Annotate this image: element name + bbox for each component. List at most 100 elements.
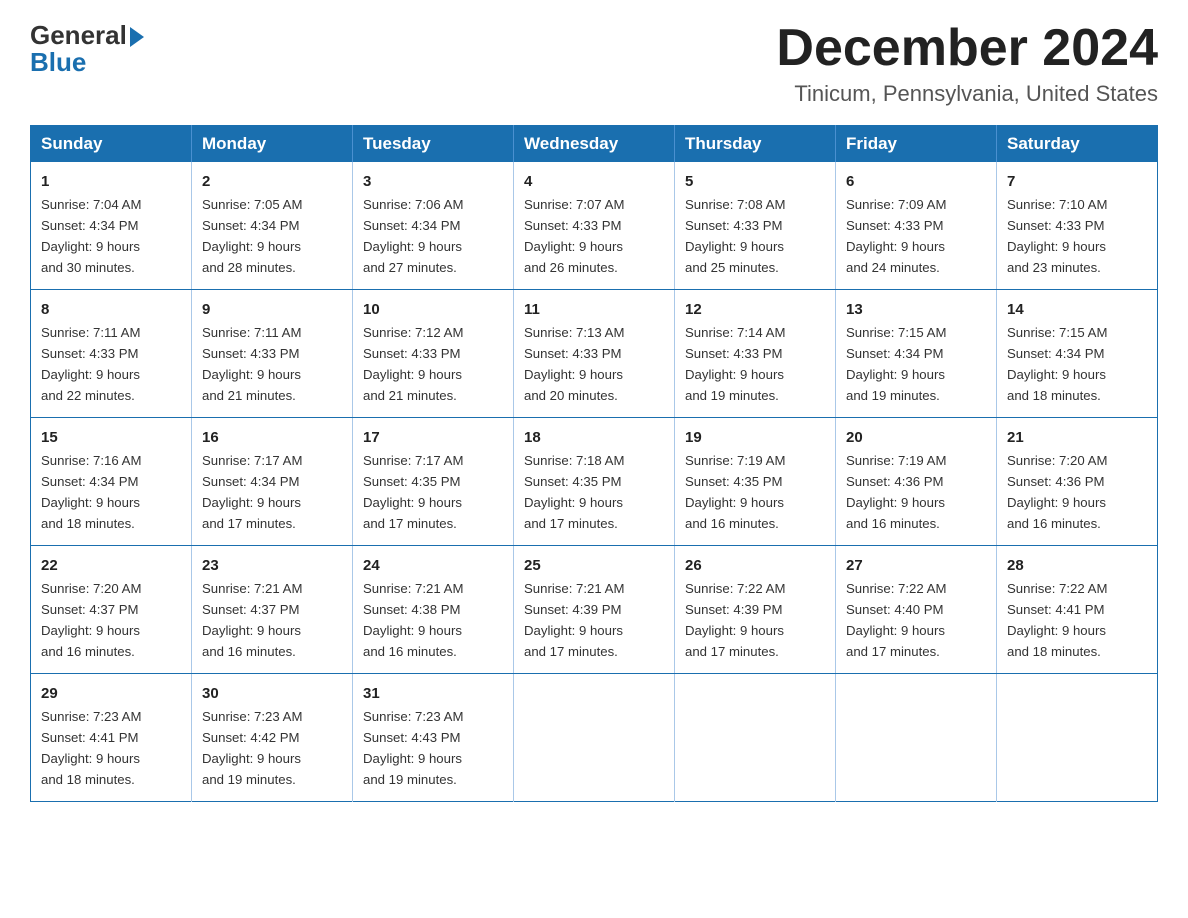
logo-line2: Blue — [30, 47, 144, 78]
table-row: 15 Sunrise: 7:16 AMSunset: 4:34 PMDayligh… — [31, 418, 192, 546]
day-info: Sunrise: 7:11 AMSunset: 4:33 PMDaylight:… — [202, 325, 301, 403]
day-number: 1 — [41, 170, 181, 193]
day-info: Sunrise: 7:07 AMSunset: 4:33 PMDaylight:… — [524, 197, 624, 275]
table-row: 6 Sunrise: 7:09 AMSunset: 4:33 PMDaylight… — [836, 162, 997, 289]
day-number: 19 — [685, 426, 825, 449]
day-info: Sunrise: 7:14 AMSunset: 4:33 PMDaylight:… — [685, 325, 785, 403]
day-number: 13 — [846, 298, 986, 321]
table-row: 20 Sunrise: 7:19 AMSunset: 4:36 PMDayligh… — [836, 418, 997, 546]
day-info: Sunrise: 7:12 AMSunset: 4:33 PMDaylight:… — [363, 325, 463, 403]
table-row: 25 Sunrise: 7:21 AMSunset: 4:39 PMDayligh… — [514, 546, 675, 674]
table-row: 5Sunrise: 7:08 AMSunset: 4:33 PMDaylight… — [675, 162, 836, 289]
table-row: 27Sunrise: 7:22 AMSunset: 4:40 PMDayligh… — [836, 546, 997, 674]
day-number: 22 — [41, 554, 181, 577]
day-number: 11 — [524, 298, 664, 321]
table-row: 14 Sunrise: 7:15 AMSunset: 4:34 PMDayligh… — [997, 290, 1158, 418]
day-info: Sunrise: 7:22 AMSunset: 4:41 PMDaylight:… — [1007, 581, 1107, 659]
col-tuesday: Tuesday — [353, 126, 514, 163]
day-number: 12 — [685, 298, 825, 321]
table-row — [836, 673, 997, 801]
day-info: Sunrise: 7:20 AMSunset: 4:36 PMDaylight:… — [1007, 453, 1107, 531]
day-info: Sunrise: 7:05 AMSunset: 4:34 PMDaylight:… — [202, 197, 302, 275]
day-number: 17 — [363, 426, 503, 449]
day-number: 28 — [1007, 554, 1147, 577]
day-number: 23 — [202, 554, 342, 577]
calendar-header-row: Sunday Monday Tuesday Wednesday Thursday… — [31, 126, 1158, 163]
table-row — [675, 673, 836, 801]
day-info: Sunrise: 7:11 AMSunset: 4:33 PMDaylight:… — [41, 325, 140, 403]
calendar-week-row: 29 Sunrise: 7:23 AMSunset: 4:41 PMDayligh… — [31, 673, 1158, 801]
day-number: 14 — [1007, 298, 1147, 321]
day-number: 10 — [363, 298, 503, 321]
table-row: 23 Sunrise: 7:21 AMSunset: 4:37 PMDayligh… — [192, 546, 353, 674]
table-row: 21 Sunrise: 7:20 AMSunset: 4:36 PMDayligh… — [997, 418, 1158, 546]
day-info: Sunrise: 7:19 AMSunset: 4:35 PMDaylight:… — [685, 453, 785, 531]
day-info: Sunrise: 7:16 AMSunset: 4:34 PMDaylight:… — [41, 453, 141, 531]
table-row: 11 Sunrise: 7:13 AMSunset: 4:33 PMDayligh… — [514, 290, 675, 418]
day-number: 3 — [363, 170, 503, 193]
day-number: 4 — [524, 170, 664, 193]
day-number: 26 — [685, 554, 825, 577]
day-number: 29 — [41, 682, 181, 705]
table-row: 22Sunrise: 7:20 AMSunset: 4:37 PMDayligh… — [31, 546, 192, 674]
day-number: 21 — [1007, 426, 1147, 449]
table-row: 4 Sunrise: 7:07 AMSunset: 4:33 PMDaylight… — [514, 162, 675, 289]
day-number: 8 — [41, 298, 181, 321]
page-header: General Blue December 2024 Tinicum, Penn… — [30, 20, 1158, 107]
day-info: Sunrise: 7:06 AMSunset: 4:34 PMDaylight:… — [363, 197, 463, 275]
table-row: 17Sunrise: 7:17 AMSunset: 4:35 PMDayligh… — [353, 418, 514, 546]
calendar-week-row: 1 Sunrise: 7:04 AMSunset: 4:34 PMDaylight… — [31, 162, 1158, 289]
col-friday: Friday — [836, 126, 997, 163]
day-info: Sunrise: 7:17 AMSunset: 4:34 PMDaylight:… — [202, 453, 302, 531]
day-number: 7 — [1007, 170, 1147, 193]
table-row: 16 Sunrise: 7:17 AMSunset: 4:34 PMDayligh… — [192, 418, 353, 546]
day-number: 6 — [846, 170, 986, 193]
table-row: 9Sunrise: 7:11 AMSunset: 4:33 PMDaylight… — [192, 290, 353, 418]
title-area: December 2024 Tinicum, Pennsylvania, Uni… — [776, 20, 1158, 107]
table-row: 1 Sunrise: 7:04 AMSunset: 4:34 PMDaylight… — [31, 162, 192, 289]
table-row: 13Sunrise: 7:15 AMSunset: 4:34 PMDayligh… — [836, 290, 997, 418]
calendar-week-row: 15 Sunrise: 7:16 AMSunset: 4:34 PMDayligh… — [31, 418, 1158, 546]
col-monday: Monday — [192, 126, 353, 163]
day-info: Sunrise: 7:13 AMSunset: 4:33 PMDaylight:… — [524, 325, 624, 403]
day-info: Sunrise: 7:23 AMSunset: 4:43 PMDaylight:… — [363, 709, 463, 787]
table-row: 2Sunrise: 7:05 AMSunset: 4:34 PMDaylight… — [192, 162, 353, 289]
day-number: 18 — [524, 426, 664, 449]
day-info: Sunrise: 7:08 AMSunset: 4:33 PMDaylight:… — [685, 197, 785, 275]
day-info: Sunrise: 7:23 AMSunset: 4:41 PMDaylight:… — [41, 709, 141, 787]
day-info: Sunrise: 7:04 AMSunset: 4:34 PMDaylight:… — [41, 197, 141, 275]
table-row: 26Sunrise: 7:22 AMSunset: 4:39 PMDayligh… — [675, 546, 836, 674]
table-row — [997, 673, 1158, 801]
table-row: 7 Sunrise: 7:10 AMSunset: 4:33 PMDaylight… — [997, 162, 1158, 289]
logo-arrow-icon — [130, 27, 144, 47]
day-info: Sunrise: 7:15 AMSunset: 4:34 PMDaylight:… — [1007, 325, 1107, 403]
table-row — [514, 673, 675, 801]
table-row: 12 Sunrise: 7:14 AMSunset: 4:33 PMDayligh… — [675, 290, 836, 418]
col-wednesday: Wednesday — [514, 126, 675, 163]
table-row: 30Sunrise: 7:23 AMSunset: 4:42 PMDayligh… — [192, 673, 353, 801]
col-saturday: Saturday — [997, 126, 1158, 163]
col-sunday: Sunday — [31, 126, 192, 163]
day-info: Sunrise: 7:21 AMSunset: 4:37 PMDaylight:… — [202, 581, 302, 659]
day-info: Sunrise: 7:21 AMSunset: 4:38 PMDaylight:… — [363, 581, 463, 659]
day-info: Sunrise: 7:10 AMSunset: 4:33 PMDaylight:… — [1007, 197, 1107, 275]
calendar-table: Sunday Monday Tuesday Wednesday Thursday… — [30, 125, 1158, 802]
day-number: 30 — [202, 682, 342, 705]
day-number: 31 — [363, 682, 503, 705]
day-number: 20 — [846, 426, 986, 449]
calendar-week-row: 8 Sunrise: 7:11 AMSunset: 4:33 PMDaylight… — [31, 290, 1158, 418]
table-row: 29 Sunrise: 7:23 AMSunset: 4:41 PMDayligh… — [31, 673, 192, 801]
day-number: 15 — [41, 426, 181, 449]
day-number: 27 — [846, 554, 986, 577]
table-row: 31 Sunrise: 7:23 AMSunset: 4:43 PMDayligh… — [353, 673, 514, 801]
day-info: Sunrise: 7:19 AMSunset: 4:36 PMDaylight:… — [846, 453, 946, 531]
day-info: Sunrise: 7:21 AMSunset: 4:39 PMDaylight:… — [524, 581, 624, 659]
table-row: 10 Sunrise: 7:12 AMSunset: 4:33 PMDayligh… — [353, 290, 514, 418]
location-title: Tinicum, Pennsylvania, United States — [776, 81, 1158, 107]
calendar-week-row: 22Sunrise: 7:20 AMSunset: 4:37 PMDayligh… — [31, 546, 1158, 674]
day-number: 16 — [202, 426, 342, 449]
table-row: 18Sunrise: 7:18 AMSunset: 4:35 PMDayligh… — [514, 418, 675, 546]
table-row: 3 Sunrise: 7:06 AMSunset: 4:34 PMDaylight… — [353, 162, 514, 289]
day-number: 25 — [524, 554, 664, 577]
day-info: Sunrise: 7:09 AMSunset: 4:33 PMDaylight:… — [846, 197, 946, 275]
